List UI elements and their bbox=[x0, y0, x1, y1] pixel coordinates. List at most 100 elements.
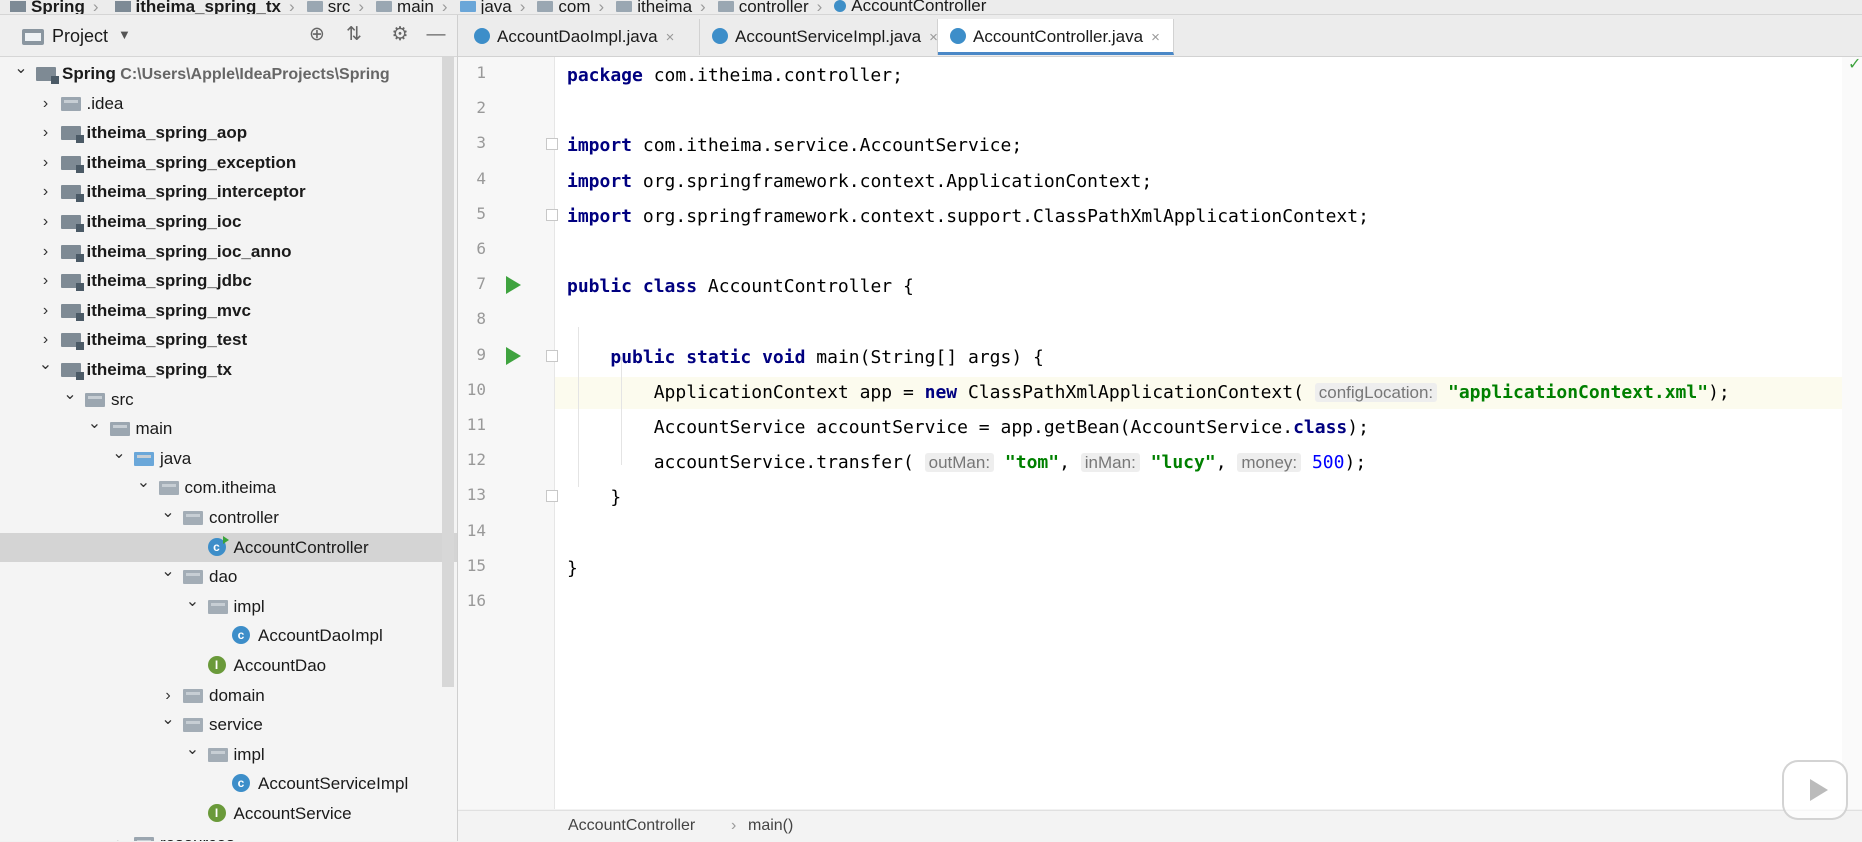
tree-item-path: C:\Users\Apple\IdeaProjects\Spring bbox=[115, 66, 390, 83]
code-token: package bbox=[567, 65, 643, 86]
tree-item[interactable]: ⌄ src bbox=[0, 385, 457, 414]
nav-crumb[interactable]: src › bbox=[301, 0, 365, 15]
nav-crumb[interactable]: main › bbox=[370, 0, 448, 14]
chevron-down-icon[interactable]: ⌄ bbox=[39, 355, 53, 375]
close-icon[interactable]: × bbox=[929, 29, 938, 46]
collapse-all-icon[interactable]: ⇅ bbox=[343, 24, 365, 46]
chevron-down-icon[interactable]: ⌄ bbox=[161, 710, 175, 730]
code-token: "tom" bbox=[1004, 452, 1060, 473]
editor-tab[interactable]: AccountController.java × bbox=[938, 19, 1174, 55]
tree-item[interactable]: ⌄ itheima_spring_tx bbox=[0, 355, 457, 384]
nav-separator: › bbox=[289, 0, 295, 15]
tree-item[interactable]: › .idea bbox=[0, 89, 457, 118]
folder-icon bbox=[60, 97, 81, 111]
tree-item[interactable]: ⌄ service bbox=[0, 710, 457, 739]
tree-item-label: controller bbox=[209, 508, 279, 527]
chevron-down-icon[interactable]: ⌄ bbox=[14, 59, 28, 79]
code-line: public static void main(String[] args) { bbox=[567, 343, 1044, 373]
chevron-down-icon[interactable]: ⌄ bbox=[161, 503, 175, 523]
chevron-down-icon[interactable]: ⌄ bbox=[112, 444, 126, 464]
tree-item[interactable]: › itheima_spring_interceptor bbox=[0, 177, 457, 206]
tree-item[interactable]: c AccountDaoImpl bbox=[0, 621, 457, 650]
gear-icon[interactable]: ⚙ bbox=[389, 24, 411, 46]
breadcrumb-class[interactable]: AccountController bbox=[568, 811, 695, 841]
tree-item[interactable]: ⌄ com.itheima bbox=[0, 473, 457, 502]
chevron-right-icon[interactable]: › bbox=[161, 681, 175, 710]
chevron-down-icon[interactable]: ⌄ bbox=[186, 592, 200, 612]
tree-item[interactable]: › itheima_spring_jdbc bbox=[0, 266, 457, 295]
tree-item[interactable]: › itheima_spring_ioc_anno bbox=[0, 237, 457, 266]
minimize-icon[interactable]: — bbox=[425, 24, 447, 46]
breadcrumb-method[interactable]: main() bbox=[748, 811, 793, 841]
tree-item[interactable]: ⌄ impl bbox=[0, 592, 457, 621]
tree-item[interactable]: › itheima_spring_ioc bbox=[0, 207, 457, 236]
chevron-down-icon[interactable]: ▼ bbox=[118, 27, 131, 42]
tree-item[interactable]: ⌄ java bbox=[0, 444, 457, 473]
tree-item[interactable]: ⌄ dao bbox=[0, 562, 457, 591]
tree-item-label: itheima_spring_mvc bbox=[86, 301, 251, 320]
tree-item[interactable]: c AccountServiceImpl bbox=[0, 769, 457, 798]
nav-crumb[interactable]: itheima_spring_tx › bbox=[105, 0, 295, 15]
chevron-right-icon[interactable]: › bbox=[39, 118, 53, 147]
fold-icon[interactable] bbox=[546, 350, 558, 362]
project-scrollbar[interactable] bbox=[442, 57, 454, 687]
editor-tab[interactable]: AccountServiceImpl.java × bbox=[700, 19, 938, 55]
run-icon[interactable] bbox=[506, 347, 521, 365]
chevron-right-icon[interactable]: › bbox=[39, 89, 53, 118]
fold-icon[interactable] bbox=[546, 209, 558, 221]
close-icon[interactable]: × bbox=[1151, 29, 1160, 46]
chevron-down-icon[interactable]: ⌄ bbox=[186, 740, 200, 760]
nav-crumb-label: AccountController bbox=[851, 0, 987, 15]
code-line: } bbox=[567, 483, 621, 513]
nav-crumb[interactable]: AccountController bbox=[828, 0, 986, 14]
tree-item[interactable]: › domain bbox=[0, 681, 457, 710]
tree-item[interactable]: ⌄ impl bbox=[0, 740, 457, 769]
project-panel-title[interactable]: Project bbox=[52, 26, 108, 47]
code-token: AccountController { bbox=[697, 276, 914, 297]
chevron-right-icon[interactable]: › bbox=[39, 207, 53, 236]
fold-icon[interactable] bbox=[546, 138, 558, 150]
run-icon[interactable] bbox=[506, 276, 521, 294]
chevron-right-icon[interactable]: › bbox=[39, 237, 53, 266]
tree-item[interactable]: › itheima_spring_test bbox=[0, 325, 457, 354]
tree-item[interactable]: › itheima_spring_exception bbox=[0, 148, 457, 177]
close-icon[interactable]: × bbox=[666, 29, 675, 46]
chevron-right-icon[interactable]: › bbox=[39, 177, 53, 206]
tree-item-label: AccountDao bbox=[233, 656, 327, 675]
chevron-down-icon[interactable]: ⌄ bbox=[161, 562, 175, 582]
nav-crumb[interactable]: itheima › bbox=[610, 0, 706, 14]
chevron-down-icon[interactable]: ⌄ bbox=[137, 473, 151, 493]
fold-icon[interactable] bbox=[546, 490, 558, 502]
nav-separator: › bbox=[358, 0, 365, 15]
chevron-right-icon[interactable]: › bbox=[39, 266, 53, 295]
chevron-right-icon[interactable]: › bbox=[39, 148, 53, 177]
chevron-right-icon[interactable]: › bbox=[39, 325, 53, 354]
tree-item[interactable]: c AccountController bbox=[0, 533, 457, 562]
code-line: } bbox=[567, 554, 578, 584]
editor-scrollbar[interactable] bbox=[1842, 57, 1862, 809]
chevron-right-icon[interactable]: › bbox=[39, 296, 53, 325]
tree-item[interactable]: ⌄ controller bbox=[0, 503, 457, 532]
nav-crumb[interactable]: com › bbox=[531, 0, 604, 14]
target-icon[interactable]: ⊕ bbox=[306, 24, 328, 46]
tree-item[interactable]: I AccountDao bbox=[0, 651, 457, 680]
chevron-down-icon[interactable]: ⌄ bbox=[63, 385, 77, 405]
nav-crumb[interactable]: Spring › bbox=[0, 0, 99, 14]
module-icon bbox=[60, 245, 84, 262]
chevron-right-icon[interactable]: › bbox=[112, 829, 126, 841]
nav-crumb[interactable]: java › bbox=[454, 0, 525, 14]
tree-item[interactable]: › itheima_spring_mvc bbox=[0, 296, 457, 325]
tree-item[interactable]: I AccountService bbox=[0, 799, 457, 828]
tree-item-label: itheima_spring_exception bbox=[86, 153, 297, 172]
code-line: ApplicationContext app = new ClassPathXm… bbox=[567, 378, 1730, 408]
tree-item[interactable]: ⌄ Spring C:\Users\Apple\IdeaProjects\Spri… bbox=[0, 59, 457, 88]
editor-tab[interactable]: AccountDaoImpl.java × bbox=[462, 19, 700, 55]
code-line: public class AccountController { bbox=[567, 272, 914, 302]
nav-crumb[interactable]: controller › bbox=[712, 0, 822, 14]
tree-item[interactable]: › resources bbox=[0, 829, 457, 841]
code-editor[interactable]: 1 2 3 4 5 6 7 8 9 10 11 12 13 14 15 16 package com.ithe… bbox=[458, 56, 1862, 809]
tree-item[interactable]: › itheima_spring_aop bbox=[0, 118, 457, 147]
tree-item[interactable]: ⌄ main bbox=[0, 414, 457, 443]
play-icon[interactable] bbox=[1782, 760, 1848, 820]
chevron-down-icon[interactable]: ⌄ bbox=[88, 414, 102, 434]
